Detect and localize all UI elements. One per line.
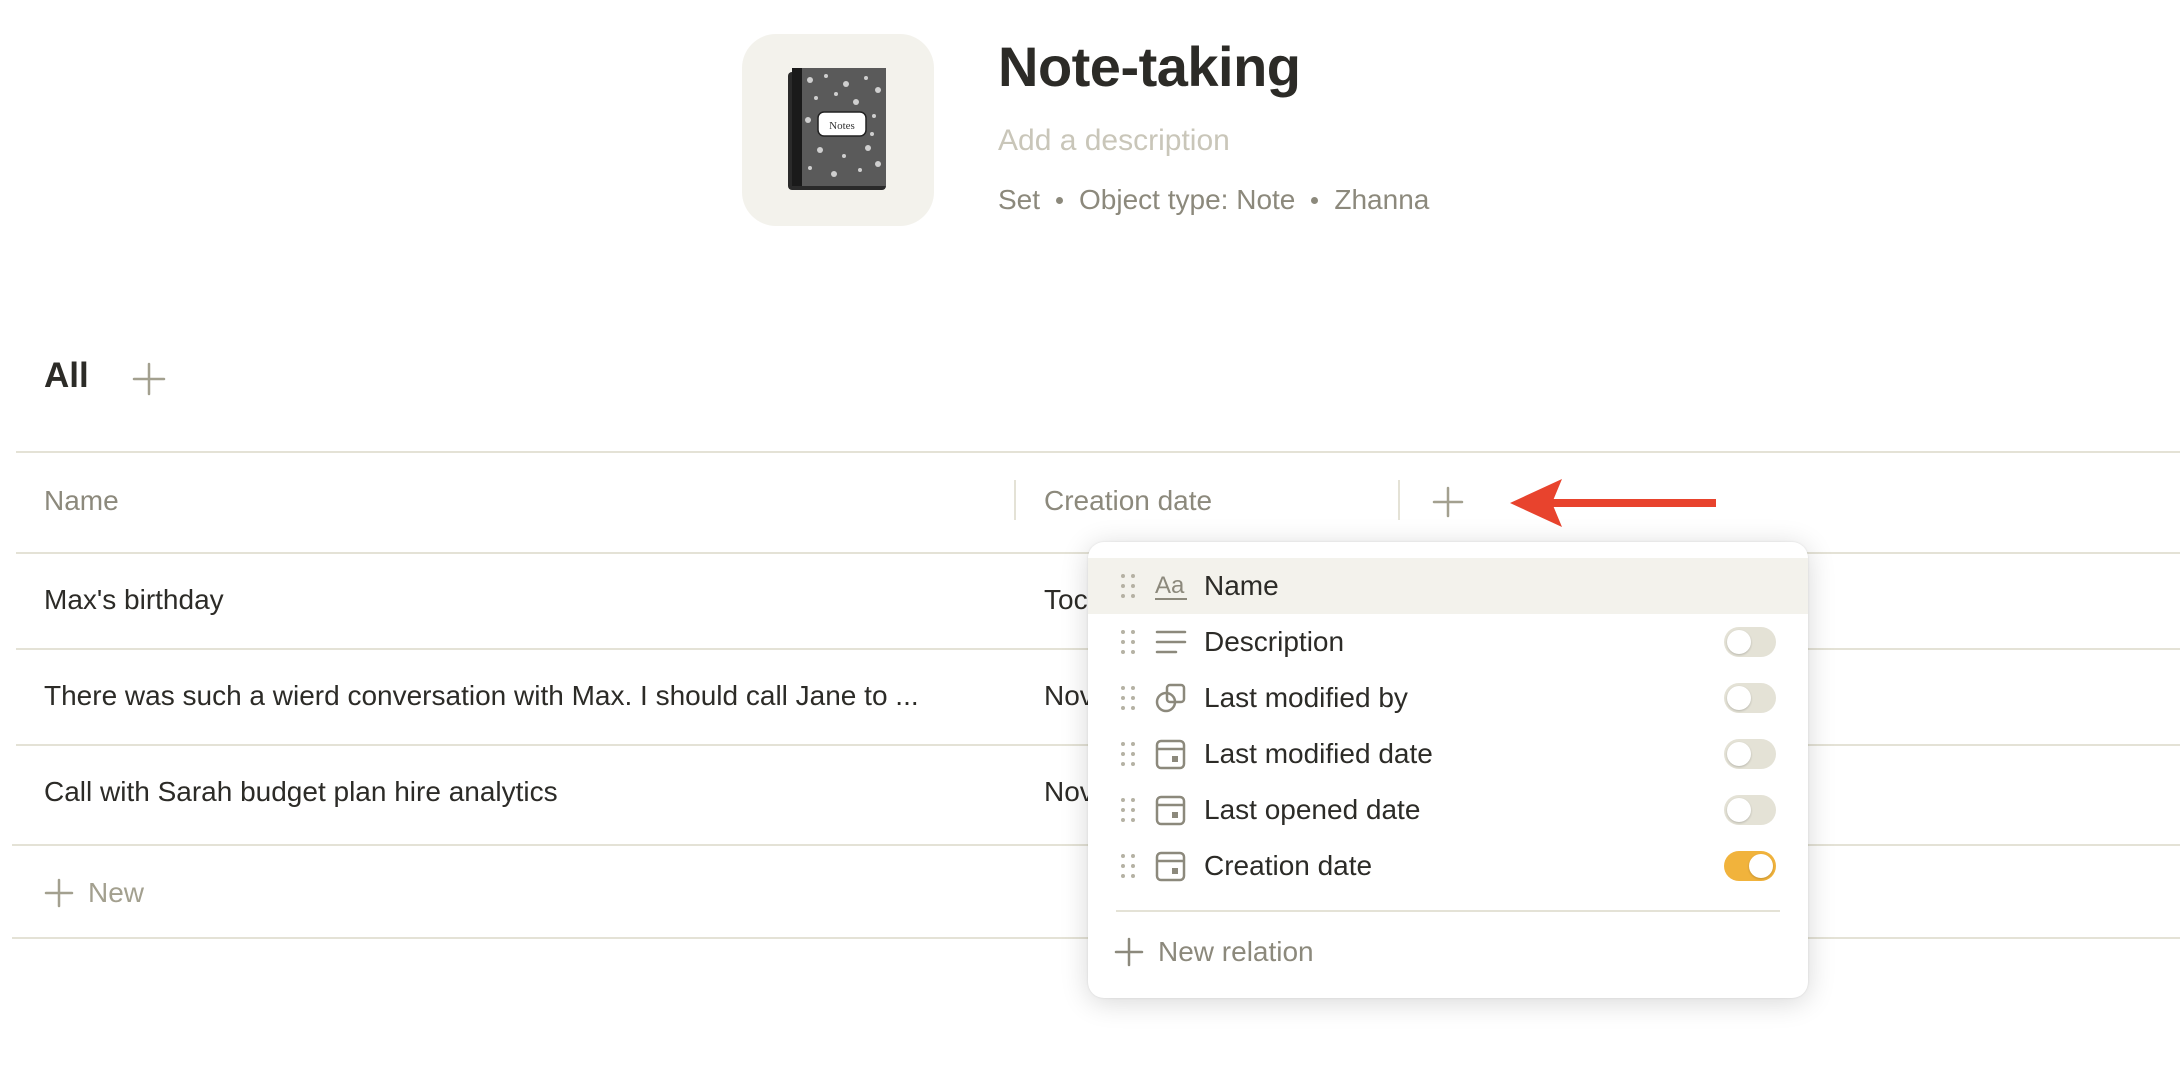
relation-visibility-toggle[interactable] [1724, 739, 1776, 769]
row-date-cell[interactable]: Nov [1044, 680, 1094, 712]
relation-label: Creation date [1204, 850, 1373, 881]
relations-dropdown: Aa Name Description Last modified by Las… [1088, 542, 1808, 998]
lines-icon [1155, 630, 1187, 654]
relation-label: Description [1204, 626, 1345, 657]
meta-separator-dot [1311, 196, 1319, 204]
row-name-cell[interactable]: Call with Sarah budget plan hire analyti… [44, 776, 558, 808]
relation-visibility-toggle[interactable] [1724, 683, 1776, 713]
relation-item-creation-date[interactable]: Creation date [1088, 838, 1808, 894]
row-date-cell[interactable]: Nov [1044, 776, 1094, 808]
drag-handle-icon[interactable] [1120, 629, 1136, 655]
view-tab-all[interactable]: All [44, 356, 89, 396]
new-row-label: New [88, 877, 145, 908]
relation-item-last-modified-date[interactable]: Last modified date [1088, 726, 1808, 782]
calendar-icon [1155, 739, 1186, 770]
svg-text:Aa: Aa [1155, 572, 1185, 599]
relation-label: Last modified date [1204, 738, 1433, 769]
row-name-cell[interactable]: There was such a wierd conversation with… [44, 680, 919, 712]
object-icon [1155, 683, 1186, 713]
drag-handle-icon[interactable] [1120, 797, 1136, 823]
new-relation-button[interactable]: New relation [1114, 936, 1314, 968]
column-resize-handle[interactable] [1014, 480, 1016, 520]
drag-handle-icon[interactable] [1120, 685, 1136, 711]
meta-author[interactable]: Zhanna [1334, 184, 1429, 216]
relation-item-name[interactable]: Aa Name [1088, 558, 1808, 614]
text-aa-icon: Aa [1155, 572, 1187, 600]
relation-visibility-toggle[interactable] [1724, 795, 1776, 825]
drag-handle-icon[interactable] [1120, 573, 1136, 599]
add-view-plus-icon[interactable] [132, 362, 166, 396]
meta-object-type[interactable]: Object type: Note [1079, 184, 1295, 216]
plus-icon [1114, 937, 1144, 967]
set-icon[interactable]: Notes [742, 34, 934, 226]
meta-separator-dot [1056, 196, 1064, 204]
relation-item-last-opened-date[interactable]: Last opened date [1088, 782, 1808, 838]
table-top-border [16, 451, 2180, 453]
relation-visibility-toggle[interactable] [1724, 627, 1776, 657]
new-relation-label: New relation [1158, 936, 1314, 967]
meta-type: Set [998, 184, 1041, 215]
page-title[interactable]: Note-taking [998, 34, 1301, 99]
add-column-plus-icon[interactable] [1432, 486, 1464, 518]
column-header-creation-date[interactable]: Creation date [1044, 485, 1212, 517]
relation-item-last-modified-by[interactable]: Last modified by [1088, 670, 1808, 726]
description-field[interactable]: Add a description [998, 124, 1230, 158]
row-date-cell[interactable]: Toc [1044, 584, 1088, 616]
column-resize-handle[interactable] [1398, 480, 1400, 520]
calendar-icon [1155, 795, 1186, 826]
relation-label: Last opened date [1204, 794, 1421, 825]
new-row-button[interactable]: New [44, 877, 144, 909]
composition-notebook-icon: Notes [788, 68, 886, 190]
relation-label: Name [1204, 570, 1279, 601]
drag-handle-icon[interactable] [1120, 741, 1136, 767]
notebook-label-text: Notes [829, 120, 855, 132]
annotation-arrow-icon [1510, 479, 1716, 527]
menu-divider [1116, 910, 1780, 912]
column-header-name[interactable]: Name [44, 485, 119, 517]
row-name-cell[interactable]: Max's birthday [44, 584, 224, 616]
drag-handle-icon[interactable] [1120, 853, 1136, 879]
relation-item-description[interactable]: Description [1088, 614, 1808, 670]
set-meta: Set Object type: Note Zhanna [998, 184, 1429, 216]
relation-visibility-toggle[interactable] [1724, 851, 1776, 881]
calendar-icon [1155, 851, 1186, 882]
relation-label: Last modified by [1204, 682, 1408, 713]
plus-icon [44, 878, 74, 908]
